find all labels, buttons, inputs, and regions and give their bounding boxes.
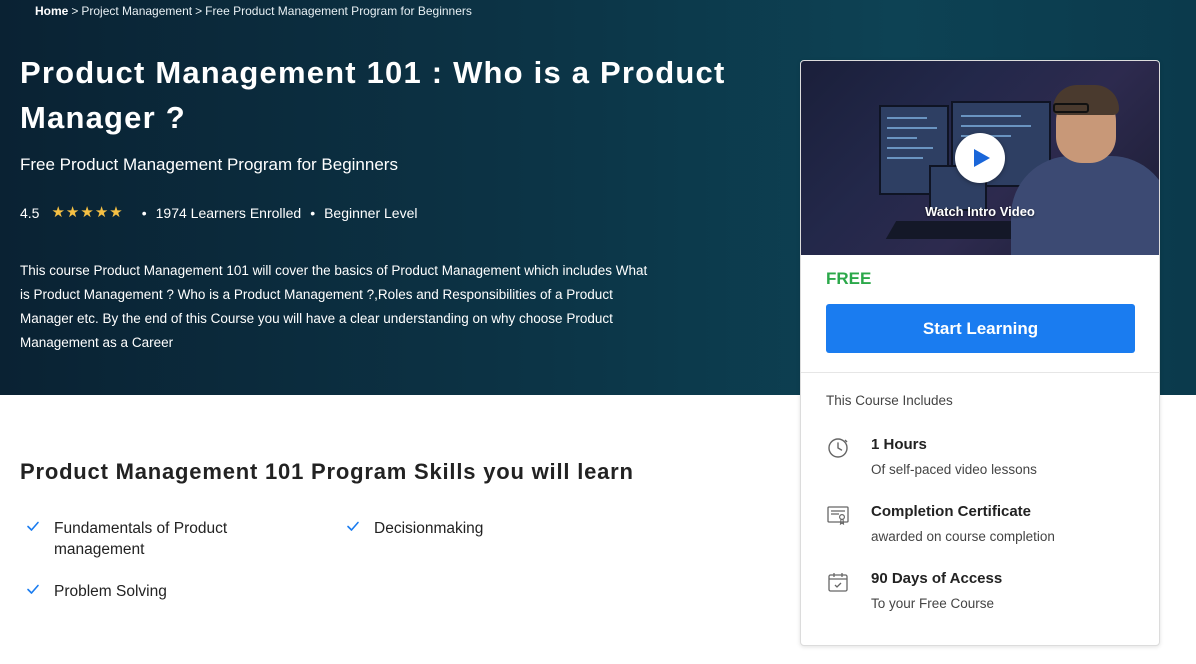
start-learning-button[interactable]: Start Learning (826, 304, 1135, 353)
course-title: Product Management 101 : Who is a Produc… (20, 55, 726, 135)
skill-label: Decisionmaking (374, 520, 484, 537)
course-description: This course Product Management 101 will … (20, 263, 648, 350)
breadcrumb-current: Free Product Management Program for Begi… (205, 4, 472, 18)
play-icon (974, 149, 990, 167)
course-level: Beginner Level (324, 205, 418, 221)
skill-label: Fundamentals of Product management (54, 520, 228, 558)
skill-item: Decisionmaking (347, 518, 604, 539)
meta-separator: • (141, 205, 147, 221)
skill-label: Problem Solving (54, 583, 167, 600)
rating-value: 4.5 (20, 205, 40, 221)
star-icon: ★ (94, 204, 109, 221)
breadcrumb-separator: > (195, 4, 203, 18)
skills-title: Product Management 101 Program Skills yo… (20, 459, 634, 484)
course-subtitle: Free Product Management Program for Begi… (20, 155, 398, 174)
star-icon: ★ (65, 204, 80, 221)
includes-item-title: 90 Days of Access (871, 570, 1003, 587)
breadcrumb-home-link[interactable]: Home (35, 4, 68, 18)
certificate-icon (827, 506, 849, 526)
watch-intro-label[interactable]: Watch Intro Video (801, 204, 1159, 219)
meta-separator: • (310, 205, 316, 221)
includes-item-subtitle: awarded on course completion (871, 529, 1055, 544)
course-price: FREE (826, 269, 872, 288)
skill-item: Problem Solving (27, 581, 284, 602)
star-icon: ★ (109, 204, 123, 221)
check-icon (347, 521, 359, 531)
breadcrumb-separator: > (71, 4, 79, 18)
card-divider (801, 372, 1159, 373)
star-icon: ★ (51, 204, 65, 221)
breadcrumb-category-link[interactable]: Project Management (81, 4, 192, 18)
includes-item-title: 1 Hours (871, 436, 927, 453)
calendar-icon (828, 573, 848, 592)
breadcrumb: Home > Project Management > Free Product Man… (35, 4, 472, 18)
includes-item-subtitle: To your Free Course (871, 596, 995, 611)
check-icon (27, 521, 39, 531)
includes-item-subtitle: Of self-paced video lessons (871, 462, 1037, 477)
intro-video[interactable]: Watch Intro Video (801, 61, 1159, 255)
rating-stars: ★ ★ ★ ★ ★ (51, 205, 122, 221)
course-card: Watch Intro Video FREE Start Learning Th… (800, 60, 1160, 646)
course-meta: 4.5 ★ ★ ★ ★ ★ • 1974 Learners Enrolled •… (20, 205, 418, 222)
includes-item-title: Completion Certificate (871, 503, 1032, 520)
play-button[interactable] (955, 133, 1005, 183)
clock-icon (828, 438, 848, 458)
includes-title: This Course Includes (826, 393, 953, 408)
learners-count: 1974 Learners Enrolled (155, 205, 302, 221)
skill-item: Fundamentals of Product management (27, 518, 284, 560)
video-person (1053, 103, 1089, 113)
star-icon: ★ (80, 204, 94, 221)
check-icon (27, 584, 39, 594)
